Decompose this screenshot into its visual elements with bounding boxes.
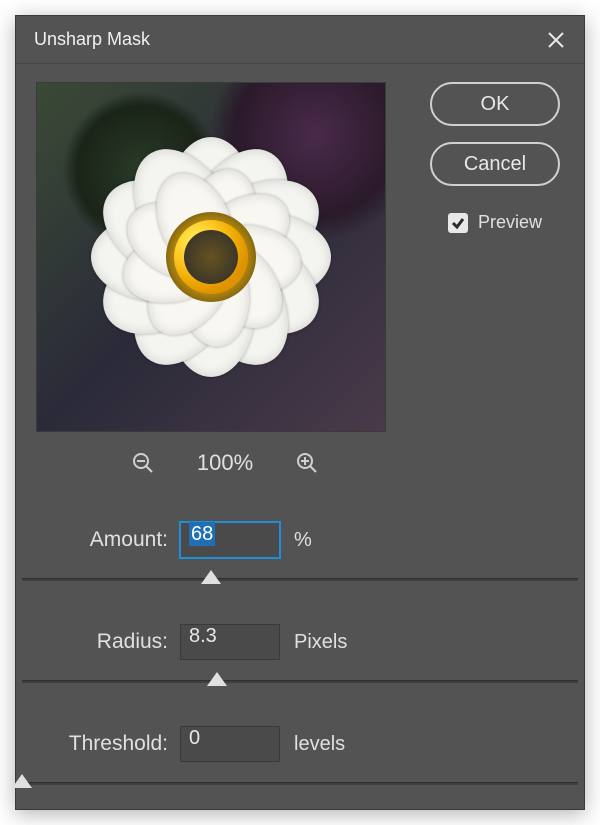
radius-slider[interactable] — [22, 670, 578, 702]
threshold-unit: levels — [294, 733, 345, 756]
amount-slider-thumb[interactable] — [201, 570, 221, 586]
slider-track — [22, 578, 578, 581]
close-button[interactable] — [540, 24, 572, 56]
radius-label: Radius: — [22, 630, 180, 654]
slider-track — [22, 782, 578, 785]
ok-button[interactable]: OK — [430, 82, 560, 126]
amount-row: Amount: 68 % — [22, 522, 578, 558]
slider-track — [22, 680, 578, 683]
radius-slider-thumb[interactable] — [207, 672, 227, 688]
preview-checkbox-row: Preview — [448, 212, 542, 233]
zoom-out-button[interactable] — [131, 451, 155, 475]
preview-checkbox-label: Preview — [478, 212, 542, 233]
radius-input[interactable]: 8.3 — [180, 624, 280, 660]
titlebar: Unsharp Mask — [16, 16, 584, 64]
dialog-title: Unsharp Mask — [34, 29, 150, 50]
cancel-button[interactable]: Cancel — [430, 142, 560, 186]
threshold-slider-thumb[interactable] — [12, 774, 32, 790]
amount-unit: % — [294, 529, 312, 552]
radius-unit: Pixels — [294, 631, 347, 654]
amount-label: Amount: — [22, 528, 180, 552]
zoom-in-icon — [295, 451, 319, 475]
close-icon — [547, 31, 565, 49]
radius-row: Radius: 8.3 Pixels — [22, 624, 578, 660]
preview-checkbox[interactable] — [448, 213, 468, 233]
zoom-out-icon — [131, 451, 155, 475]
amount-slider[interactable] — [22, 568, 578, 600]
check-icon — [451, 216, 465, 230]
threshold-input[interactable]: 0 — [180, 726, 280, 762]
threshold-label: Threshold: — [22, 732, 180, 756]
preview-image[interactable] — [36, 82, 386, 432]
threshold-slider[interactable] — [22, 772, 578, 804]
zoom-level: 100% — [197, 450, 253, 476]
unsharp-mask-dialog: Unsharp Mask — [15, 15, 585, 810]
amount-input[interactable]: 68 — [180, 522, 280, 558]
threshold-row: Threshold: 0 levels — [22, 726, 578, 762]
zoom-controls: 100% — [36, 450, 414, 476]
zoom-in-button[interactable] — [295, 451, 319, 475]
